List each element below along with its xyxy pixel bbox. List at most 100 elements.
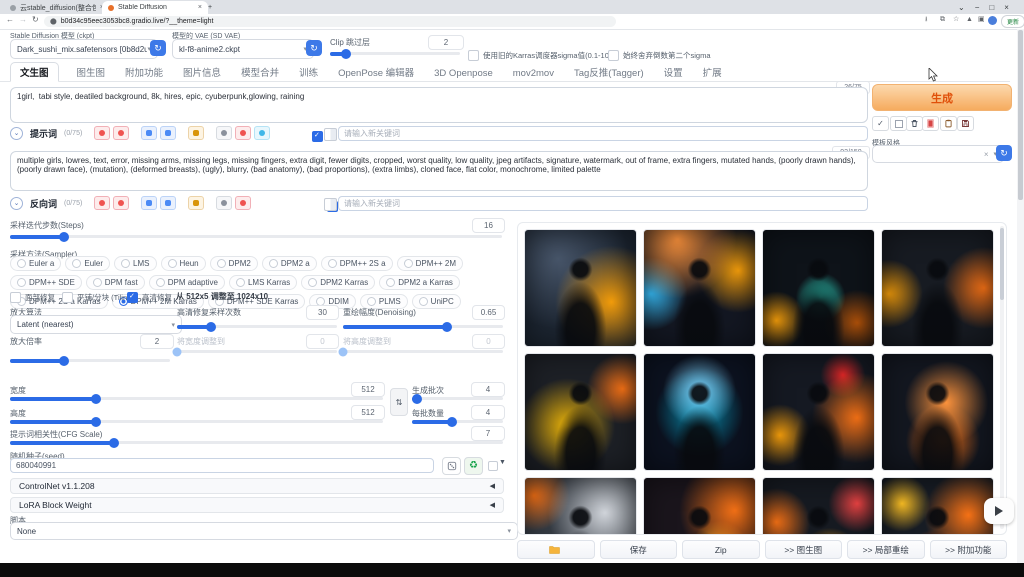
sampler-option-LMS Karras[interactable]: LMS Karras <box>229 275 297 290</box>
keyword-panel-toggle-icon[interactable] <box>324 128 337 141</box>
token-trash-icon[interactable] <box>235 196 251 210</box>
random-seed-button[interactable] <box>442 457 461 475</box>
sampler-option-DPM2 Karras[interactable]: DPM2 Karras <box>301 275 375 290</box>
window-close-icon[interactable]: × <box>1004 3 1009 12</box>
browser-tab-1[interactable]: 云stable_diffusion(整合包扩展)第 × <box>4 1 110 14</box>
style-template-dropdown[interactable]: × ▾ <box>872 145 1004 163</box>
token-trash-icon[interactable] <box>235 126 251 140</box>
gallery-image-8[interactable] <box>881 353 994 471</box>
open-folder-button[interactable] <box>517 540 595 559</box>
sampler-option-Heun[interactable]: Heun <box>161 256 206 271</box>
keyword-panel-toggle-icon[interactable] <box>324 198 337 211</box>
batch-count-value[interactable]: 4 <box>471 382 505 397</box>
vae-dropdown[interactable]: kl-f8-anime2.ckpt ▾ <box>172 39 314 59</box>
forward-icon[interactable]: → <box>19 16 27 24</box>
cfg-scale-slider[interactable] <box>10 441 503 444</box>
collapse-circle-icon[interactable]: ⌄ <box>10 127 23 140</box>
action-button->> 图生图[interactable]: >> 图生图 <box>765 540 843 559</box>
height-slider[interactable] <box>10 420 383 423</box>
prompt-keyword-input[interactable] <box>338 126 868 141</box>
page-scrollbar-thumb[interactable] <box>1018 30 1023 200</box>
face-restore-checkbox[interactable]: 面部修复 <box>10 292 55 303</box>
sampler-option-DPM++ 2S a[interactable]: DPM++ 2S a <box>321 256 393 271</box>
sampler-option-DPM2 a[interactable]: DPM2 a <box>262 256 317 271</box>
upscaler-dropdown[interactable]: Latent (nearest) ▾ <box>10 315 182 334</box>
bookmark-star-icon[interactable]: ☆ <box>953 16 959 23</box>
apply-style-button[interactable] <box>940 116 957 131</box>
swap-dimensions-button[interactable]: ⇅ <box>390 388 408 416</box>
token-settings-icon[interactable] <box>113 196 129 210</box>
back-icon[interactable]: ← <box>6 16 14 24</box>
clip-skip-value[interactable]: 2 <box>428 35 464 50</box>
resize-width-slider[interactable] <box>177 350 337 353</box>
token-refresh-icon[interactable] <box>216 126 232 140</box>
live-preview-float-button[interactable] <box>984 498 1014 524</box>
gallery-image-2[interactable] <box>643 229 756 347</box>
gallery-image-1[interactable] <box>524 229 637 347</box>
tab-图生图[interactable]: 图生图 <box>75 63 108 81</box>
tab-mov2mov[interactable]: mov2mov <box>511 66 556 81</box>
batch-size-slider[interactable] <box>412 420 503 423</box>
generate-button[interactable]: 生成 <box>872 84 1012 111</box>
steps-slider[interactable] <box>10 235 502 238</box>
tab-训练[interactable]: 训练 <box>297 63 320 81</box>
sampler-option-DPM2 a Karras[interactable]: DPM2 a Karras <box>379 275 460 290</box>
token-refresh-icon[interactable] <box>216 196 232 210</box>
tab-扩展[interactable]: 扩展 <box>701 63 724 81</box>
sampler-option-DPM++ 2M[interactable]: DPM++ 2M <box>397 256 463 271</box>
clip-skip-slider[interactable] <box>330 52 460 55</box>
height-value[interactable]: 512 <box>351 405 385 420</box>
gallery-image-10[interactable] <box>643 477 756 535</box>
new-tab-button[interactable]: + <box>202 1 226 14</box>
discard-sigma-checkbox[interactable]: 始终舍弃倒数第二个sigma <box>608 50 711 61</box>
download-icon[interactable]: ⭳ <box>925 16 927 23</box>
tab-设置[interactable]: 设置 <box>662 63 685 81</box>
sampler-option-DPM++ SDE[interactable]: DPM++ SDE <box>10 275 82 290</box>
seed-extra-checkbox[interactable] <box>488 461 498 471</box>
tab-附加功能[interactable]: 附加功能 <box>123 63 165 81</box>
clear-prompt-button[interactable] <box>906 116 923 131</box>
width-slider[interactable] <box>10 397 383 400</box>
gallery-image-12[interactable] <box>881 477 994 535</box>
tab-3D Openpose[interactable]: 3D Openpose <box>432 66 495 81</box>
browser-update-button[interactable]: 更新 <box>1001 15 1024 28</box>
denoising-value[interactable]: 0.65 <box>472 305 505 320</box>
seed-input[interactable] <box>10 458 434 473</box>
token-card-icon[interactable] <box>188 126 204 140</box>
keyword-enable-checkbox[interactable] <box>312 131 323 142</box>
gallery-image-11[interactable] <box>762 477 875 535</box>
sampler-option-LMS[interactable]: LMS <box>114 256 156 271</box>
gallery-image-4[interactable] <box>881 229 994 347</box>
clear-x-icon[interactable]: × <box>984 150 989 159</box>
restore-prompt-button[interactable]: ✓ <box>872 116 889 131</box>
window-maximize-icon[interactable]: □ <box>989 3 994 12</box>
denoising-slider[interactable] <box>343 325 503 328</box>
token-paste-icon[interactable] <box>160 196 176 210</box>
upscale-by-value[interactable]: 2 <box>140 334 174 349</box>
url-box[interactable]: ⬤ b0d34c95eec3053bc8.gradio.live/?__them… <box>44 16 616 27</box>
token-delete-icon[interactable] <box>94 196 110 210</box>
sidepanel-icon[interactable]: ▣ <box>978 16 985 23</box>
checkpoint-refresh-button[interactable]: ↻ <box>150 40 166 56</box>
hires-steps-value[interactable]: 30 <box>306 305 339 320</box>
gallery-image-6[interactable] <box>643 353 756 471</box>
tiling-checkbox[interactable]: 平铺/分块 (Tiling) <box>62 292 134 303</box>
sampler-option-DPM2[interactable]: DPM2 <box>210 256 258 271</box>
profile-icon[interactable]: ▲ <box>966 16 973 23</box>
hires-fix-checkbox[interactable]: 高清修复 <box>127 292 172 303</box>
window-dropdown-icon[interactable]: ⌄ <box>958 3 965 12</box>
token-settings-icon[interactable] <box>113 126 129 140</box>
resize-height-slider[interactable] <box>343 350 503 353</box>
negative-keyword-input[interactable] <box>338 196 868 211</box>
lora-block-weight-accordion[interactable]: LoRA Block Weight ◀ <box>10 497 504 513</box>
extra-networks-button[interactable] <box>922 116 939 131</box>
gallery-image-3[interactable] <box>762 229 875 347</box>
tab-OpenPose 编辑器[interactable]: OpenPose 编辑器 <box>336 63 416 81</box>
sampler-option-DPM adaptive[interactable]: DPM adaptive <box>149 275 225 290</box>
width-value[interactable]: 512 <box>351 382 385 397</box>
gallery-image-7[interactable] <box>762 353 875 471</box>
action-button-Zip[interactable]: Zip <box>682 540 760 559</box>
blank-tool-button[interactable] <box>890 116 907 131</box>
style-refresh-button[interactable]: ↻ <box>996 145 1012 161</box>
reuse-seed-button[interactable]: ♻ <box>464 457 483 475</box>
